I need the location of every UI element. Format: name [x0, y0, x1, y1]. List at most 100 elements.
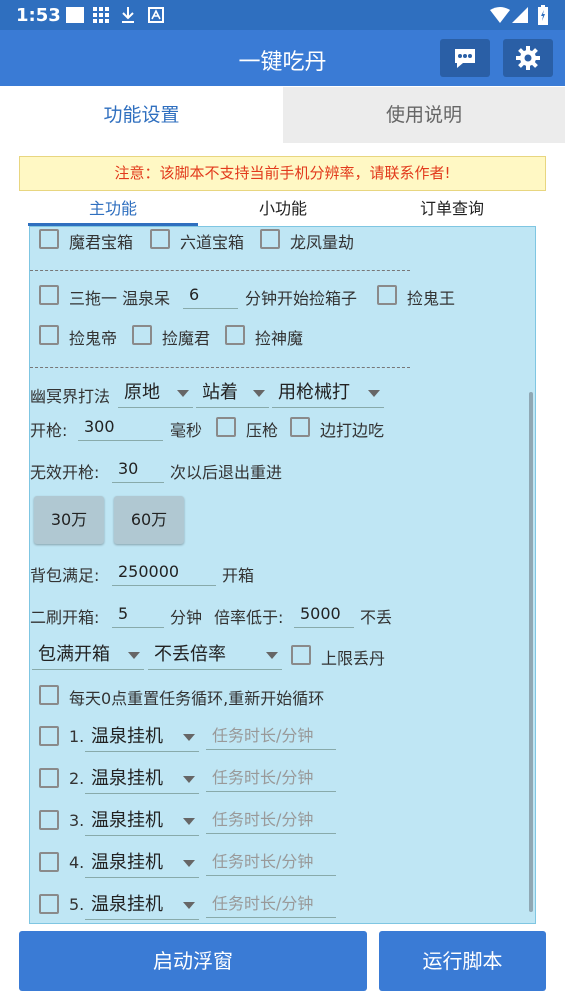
checkbox-mojun[interactable] — [132, 325, 152, 345]
task-number: 4. — [69, 853, 85, 872]
fire-interval-input[interactable]: 300 — [78, 413, 163, 441]
divider — [30, 270, 410, 271]
refresh-minutes-input[interactable]: 5 — [112, 600, 164, 628]
preset-300k-button[interactable]: 30万 — [34, 496, 104, 544]
select-stance[interactable]: 站着 — [196, 378, 269, 408]
label-shenmo: 捡神魔 — [255, 329, 304, 348]
label-refresh: 二刷开箱: — [30, 608, 100, 627]
select-open-mode[interactable]: 包满开箱 — [32, 640, 144, 670]
tab-order-query[interactable]: 订单查询 — [368, 194, 536, 226]
label-daily-reset: 每天0点重置任务循环,重新开始循环 — [69, 689, 325, 708]
tab-main-function[interactable]: 主功能 — [28, 194, 198, 226]
chevron-down-icon — [266, 652, 278, 659]
task-duration-input[interactable]: 任务时长/分钟 — [206, 722, 336, 750]
task-number: 2. — [69, 769, 85, 788]
checkbox-liudao-chest[interactable] — [150, 229, 170, 249]
label-eat-while-fight: 边打边吃 — [320, 421, 385, 440]
task-select-value: 温泉挂机 — [91, 894, 163, 915]
checkbox-eat-while-fight[interactable] — [290, 417, 310, 437]
task-number: 3. — [69, 811, 85, 830]
chevron-down-icon — [368, 390, 380, 397]
app-bar: 一键吃丹 — [0, 30, 565, 86]
task-select-value: 温泉挂机 — [91, 810, 163, 831]
task-duration-input[interactable]: 任务时长/分钟 — [206, 848, 336, 876]
scrollbar[interactable] — [529, 392, 533, 912]
label-longfeng: 龙凤量劫 — [290, 233, 355, 252]
task-checkbox[interactable] — [39, 894, 59, 914]
start-float-window-button[interactable]: 启动浮窗 — [19, 931, 367, 991]
invalid-fire-input[interactable]: 30 — [112, 455, 164, 483]
task-select[interactable]: 温泉挂机 — [85, 806, 199, 836]
task-select[interactable]: 温泉挂机 — [85, 764, 199, 794]
settings-panel[interactable]: 魔君宝箱 六道宝箱 龙凤量劫 三拖一 温泉呆 6 分钟开始捡箱子 捡鬼王 捡鬼帝… — [29, 226, 536, 924]
status-bar: 1:53 — [0, 0, 565, 30]
warning-banner: 注意：该脚本不支持当前手机分辨率，请联系作者! — [19, 156, 546, 191]
app-a-icon — [148, 7, 164, 23]
task-duration-input[interactable]: 任务时长/分钟 — [206, 806, 336, 834]
label-refresh-unit: 分钟 — [170, 608, 203, 627]
status-time: 1:53 — [16, 5, 61, 26]
wifi-icon — [490, 7, 510, 23]
chevron-down-icon — [183, 902, 195, 909]
select-weapon[interactable]: 用枪械打 — [272, 378, 384, 408]
label-santuoyi: 三拖一 温泉呆 — [69, 289, 171, 308]
tab-small-function[interactable]: 小功能 — [198, 194, 368, 226]
select-open-mode-value: 包满开箱 — [38, 644, 110, 665]
label-limit-drop: 上限丢丹 — [321, 649, 386, 668]
label-invalid-suffix: 次以后退出重进 — [170, 463, 283, 482]
task-checkbox[interactable] — [39, 810, 59, 830]
settings-button[interactable] — [503, 39, 553, 77]
tab-instructions[interactable]: 使用说明 — [283, 87, 565, 143]
task-duration-input[interactable]: 任务时长/分钟 — [206, 764, 336, 792]
label-liudao-chest: 六道宝箱 — [180, 233, 245, 252]
tab-function-settings[interactable]: 功能设置 — [0, 87, 283, 143]
label-ms: 毫秒 — [170, 421, 203, 440]
rate-input[interactable]: 5000 — [294, 600, 354, 628]
task-duration-input[interactable]: 任务时长/分钟 — [206, 890, 336, 918]
divider — [30, 367, 410, 368]
label-start-pick: 分钟开始捡箱子 — [245, 289, 358, 308]
label-no-drop: 不丢 — [360, 608, 393, 627]
label-mojun: 捡魔君 — [162, 329, 211, 348]
label-invalid-fire: 无效开枪: — [30, 463, 100, 482]
battery-icon — [538, 5, 548, 25]
chevron-down-icon — [128, 652, 140, 659]
checkbox-santuoyi[interactable] — [39, 285, 59, 305]
task-select[interactable]: 温泉挂机 — [85, 848, 199, 878]
select-position[interactable]: 原地 — [118, 378, 193, 408]
checkbox-recoil[interactable] — [216, 417, 236, 437]
task-checkbox[interactable] — [39, 852, 59, 872]
select-drop-rate-value: 不丢倍率 — [154, 644, 226, 665]
task-select[interactable]: 温泉挂机 — [85, 722, 199, 752]
checkbox-guidi[interactable] — [39, 325, 59, 345]
task-select[interactable]: 温泉挂机 — [85, 890, 199, 920]
checkbox-mojun-chest[interactable] — [39, 229, 59, 249]
task-select-value: 温泉挂机 — [91, 726, 163, 747]
task-checkbox[interactable] — [39, 768, 59, 788]
checkbox-limit-drop[interactable] — [291, 645, 311, 665]
select-stance-value: 站着 — [202, 382, 238, 403]
label-open-box: 开箱 — [222, 566, 255, 585]
label-mojun-chest: 魔君宝箱 — [69, 233, 134, 252]
select-drop-rate[interactable]: 不丢倍率 — [148, 640, 282, 670]
checkbox-longfeng[interactable] — [260, 229, 280, 249]
label-ghost-realm: 幽冥界打法 — [30, 387, 111, 406]
task-checkbox[interactable] — [39, 726, 59, 746]
chevron-down-icon — [183, 734, 195, 741]
task-select-value: 温泉挂机 — [91, 768, 163, 789]
label-fire: 开枪: — [30, 421, 68, 440]
select-weapon-value: 用枪械打 — [278, 382, 350, 403]
bag-threshold-input[interactable]: 250000 — [112, 558, 216, 586]
gear-icon — [516, 46, 540, 70]
chat-button[interactable] — [440, 39, 490, 77]
preset-600k-button[interactable]: 60万 — [114, 496, 184, 544]
label-recoil: 压枪 — [246, 421, 279, 440]
chat-icon — [455, 49, 475, 68]
select-position-value: 原地 — [124, 382, 160, 403]
chevron-down-icon — [177, 390, 189, 397]
minutes-input[interactable]: 6 — [183, 281, 238, 309]
run-script-button[interactable]: 运行脚本 — [379, 931, 546, 991]
checkbox-shenmo[interactable] — [225, 325, 245, 345]
checkbox-guiwang[interactable] — [377, 285, 397, 305]
checkbox-daily-reset[interactable] — [39, 685, 59, 705]
